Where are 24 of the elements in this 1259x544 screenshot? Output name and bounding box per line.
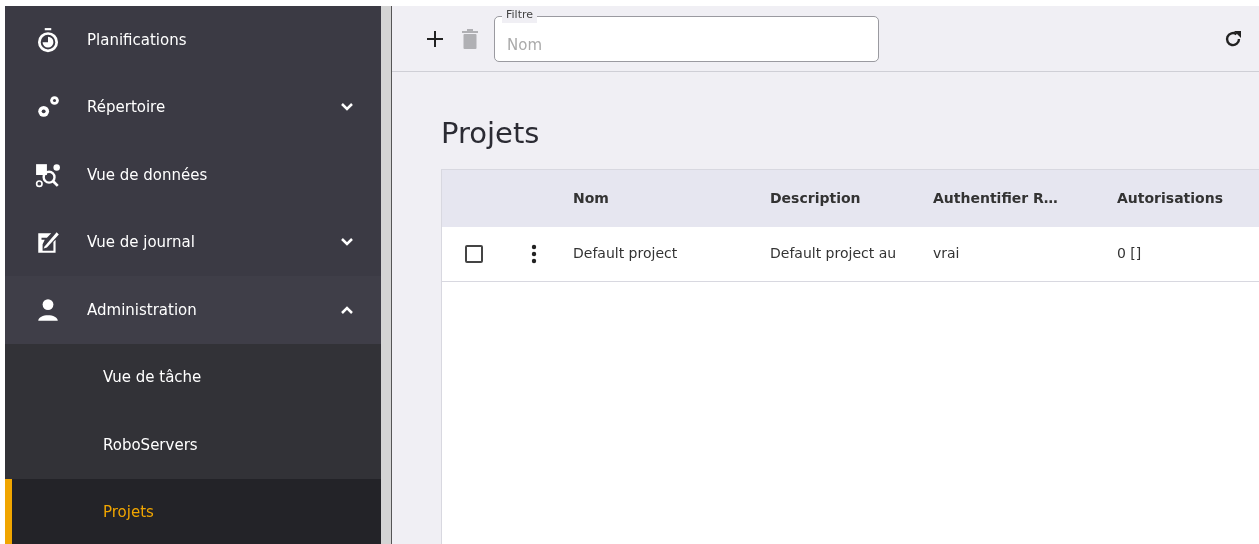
page-title: Projets xyxy=(441,116,541,151)
stopwatch-icon xyxy=(35,26,61,53)
sidebar-item[interactable]: Vue de données xyxy=(5,141,381,209)
sidebar-item[interactable]: Planifications xyxy=(5,6,381,74)
sidebar-subitem[interactable]: Vue de tâche xyxy=(5,343,381,411)
table-cell-text: Default project au xyxy=(769,244,898,264)
column-header[interactable]: Autorisations xyxy=(1105,187,1235,209)
column-header[interactable]: Authentifier R… xyxy=(921,187,1070,209)
scrollbar[interactable] xyxy=(381,6,391,544)
sidebar-item[interactable]: Administration xyxy=(5,276,381,344)
sidebar-subitem[interactable]: Projets xyxy=(5,478,381,544)
data-search-icon xyxy=(35,161,61,188)
sidebar-item[interactable]: Répertoire xyxy=(5,73,381,141)
table-cell-text: Default project xyxy=(572,244,679,264)
sidebar-subitem[interactable]: RoboServers xyxy=(5,411,381,479)
row-checkbox[interactable] xyxy=(465,244,483,263)
edit-document-icon xyxy=(35,229,61,256)
more-options-icon[interactable] xyxy=(530,243,537,264)
column-header[interactable]: Nom xyxy=(561,187,621,209)
column-header[interactable]: Description xyxy=(758,187,873,209)
table-cell-text: 0 [] xyxy=(1116,244,1143,264)
user-icon xyxy=(35,296,61,323)
sidebar-item[interactable]: Vue de journal xyxy=(5,208,381,276)
table-cell-text: vrai xyxy=(932,244,961,264)
